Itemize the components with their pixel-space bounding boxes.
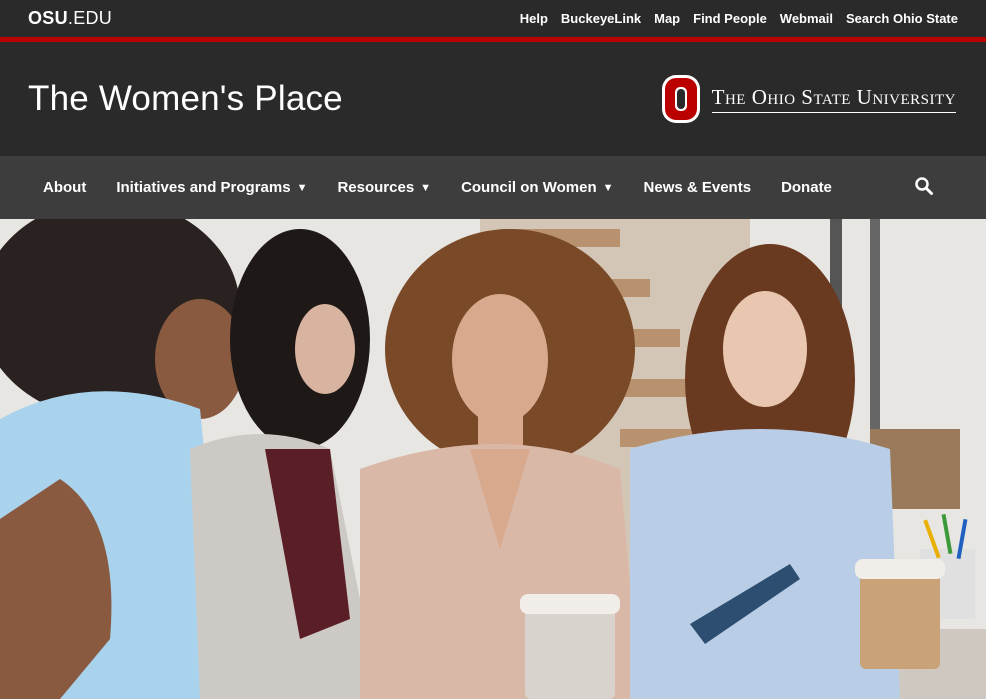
main-navigation: About Initiatives and Programs ▼ Resourc…: [0, 156, 986, 219]
nav-item-resources[interactable]: Resources ▼: [337, 179, 431, 196]
block-o-logo-icon: [661, 75, 700, 123]
nav-item-council-on-women[interactable]: Council on Women ▼: [461, 179, 613, 196]
util-link-map[interactable]: Map: [654, 11, 680, 26]
nav-item-label: Initiatives and Programs: [116, 179, 291, 196]
osu-logo-bold: OSU: [28, 8, 68, 28]
caret-down-icon: ▼: [296, 181, 308, 194]
nav-item-label: Resources: [337, 179, 415, 196]
util-link-buckeyelink[interactable]: BuckeyeLink: [561, 11, 641, 26]
nav-item-initiatives-and-programs[interactable]: Initiatives and Programs ▼: [116, 179, 307, 196]
util-link-help[interactable]: Help: [520, 11, 548, 26]
util-link-webmail[interactable]: Webmail: [780, 11, 833, 26]
caret-down-icon: ▼: [420, 181, 432, 194]
hero-image: [0, 219, 986, 699]
caret-down-icon: ▼: [602, 181, 614, 194]
site-title[interactable]: The Women's Place: [28, 79, 343, 119]
nav-item-donate[interactable]: Donate: [781, 179, 832, 196]
nav-item-about[interactable]: About: [43, 179, 86, 196]
top-utility-bar: OSU.EDU Help BuckeyeLink Map Find People…: [0, 0, 986, 37]
nav-item-label: Donate: [781, 179, 832, 196]
site-header: The Women's Place The Ohio State Univers…: [0, 42, 986, 156]
hero-photo-illustration: [0, 219, 986, 699]
nav-item-label: Council on Women: [461, 179, 597, 196]
osu-logo-rest: .EDU: [67, 8, 113, 28]
osu-edu-link[interactable]: OSU.EDU: [28, 8, 112, 29]
osu-wordmark: The Ohio State University: [711, 85, 956, 113]
util-link-find-people[interactable]: Find People: [693, 11, 767, 26]
search-icon[interactable]: [914, 176, 934, 196]
utility-links: Help BuckeyeLink Map Find People Webmail…: [520, 11, 958, 26]
osu-brand-link[interactable]: The Ohio State University: [660, 73, 956, 125]
nav-item-news-events[interactable]: News & Events: [644, 179, 752, 196]
nav-item-label: News & Events: [643, 179, 752, 196]
nav-item-label: About: [43, 179, 87, 196]
util-link-search-ohio-state[interactable]: Search Ohio State: [846, 11, 958, 26]
